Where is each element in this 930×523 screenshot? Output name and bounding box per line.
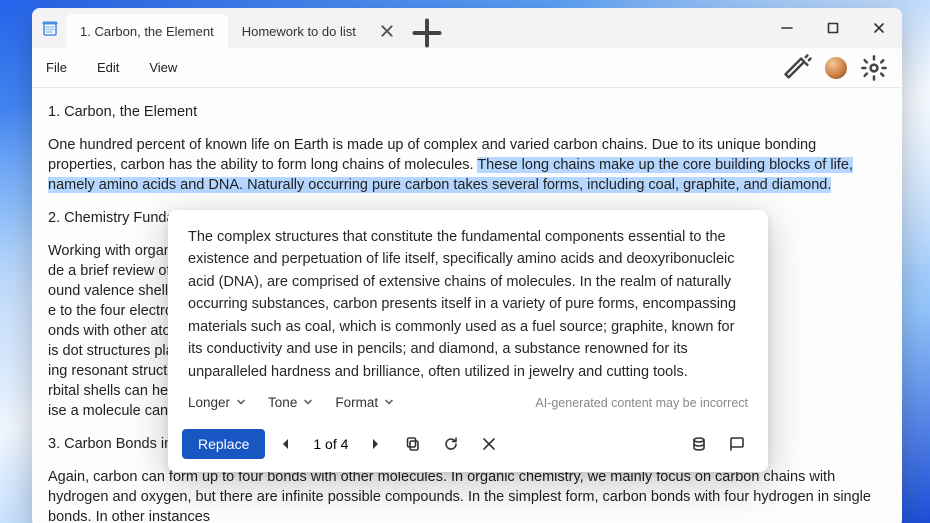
ai-actions-row: Replace 1 of 4: [168, 420, 768, 472]
option-format-label: Format: [335, 395, 378, 410]
chevron-down-icon: [236, 395, 246, 410]
menu-edit[interactable]: Edit: [97, 60, 119, 75]
tab-carbon[interactable]: 1. Carbon, the Element: [66, 14, 228, 48]
settings-button[interactable]: [860, 54, 888, 82]
option-tone-label: Tone: [268, 395, 297, 410]
new-tab-button[interactable]: [412, 18, 442, 48]
paragraph-3: Again, carbon can form up to four bonds …: [48, 467, 886, 523]
window-controls: [764, 8, 902, 48]
tab-strip: 1. Carbon, the Element Homework to do li…: [66, 8, 764, 48]
ai-disclaimer: AI-generated content may be incorrect: [535, 396, 748, 410]
tab-homework[interactable]: Homework to do list: [228, 14, 408, 48]
chevron-down-icon: [303, 395, 313, 410]
account-avatar[interactable]: [822, 54, 850, 82]
dismiss-button[interactable]: [472, 428, 506, 460]
regenerate-button[interactable]: [434, 428, 468, 460]
heading-1: 1. Carbon, the Element: [48, 102, 886, 122]
close-icon[interactable]: [380, 24, 394, 38]
ai-rewrite-popup: The complex structures that constitute t…: [168, 210, 768, 472]
option-length-label: Longer: [188, 395, 230, 410]
notepad-app-icon: [42, 20, 58, 36]
feedback-button[interactable]: [720, 428, 754, 460]
ai-rewrite-button[interactable]: [784, 54, 812, 82]
tab-label: Homework to do list: [242, 24, 356, 39]
option-tone[interactable]: Tone: [268, 395, 313, 410]
menu-view[interactable]: View: [149, 60, 177, 75]
option-length[interactable]: Longer: [188, 395, 246, 410]
chevron-down-icon: [384, 395, 394, 410]
close-button[interactable]: [856, 8, 902, 48]
ai-suggestion-text: The complex structures that constitute t…: [168, 210, 768, 391]
pager-count: 1 of 4: [307, 436, 354, 452]
next-suggestion-button[interactable]: [358, 428, 392, 460]
replace-button[interactable]: Replace: [182, 429, 265, 459]
paragraph-1: One hundred percent of known life on Ear…: [48, 135, 886, 195]
previous-suggestion-button[interactable]: [269, 428, 303, 460]
minimize-button[interactable]: [764, 8, 810, 48]
avatar-image: [825, 57, 847, 79]
ai-options-row: Longer Tone Format AI-generated content …: [168, 391, 768, 420]
menubar: File Edit View: [32, 48, 902, 88]
maximize-button[interactable]: [810, 8, 856, 48]
tab-label: 1. Carbon, the Element: [80, 24, 214, 39]
menu-file[interactable]: File: [46, 60, 67, 75]
history-button[interactable]: [682, 428, 716, 460]
copy-button[interactable]: [396, 428, 430, 460]
titlebar: 1. Carbon, the Element Homework to do li…: [32, 8, 902, 48]
option-format[interactable]: Format: [335, 395, 394, 410]
